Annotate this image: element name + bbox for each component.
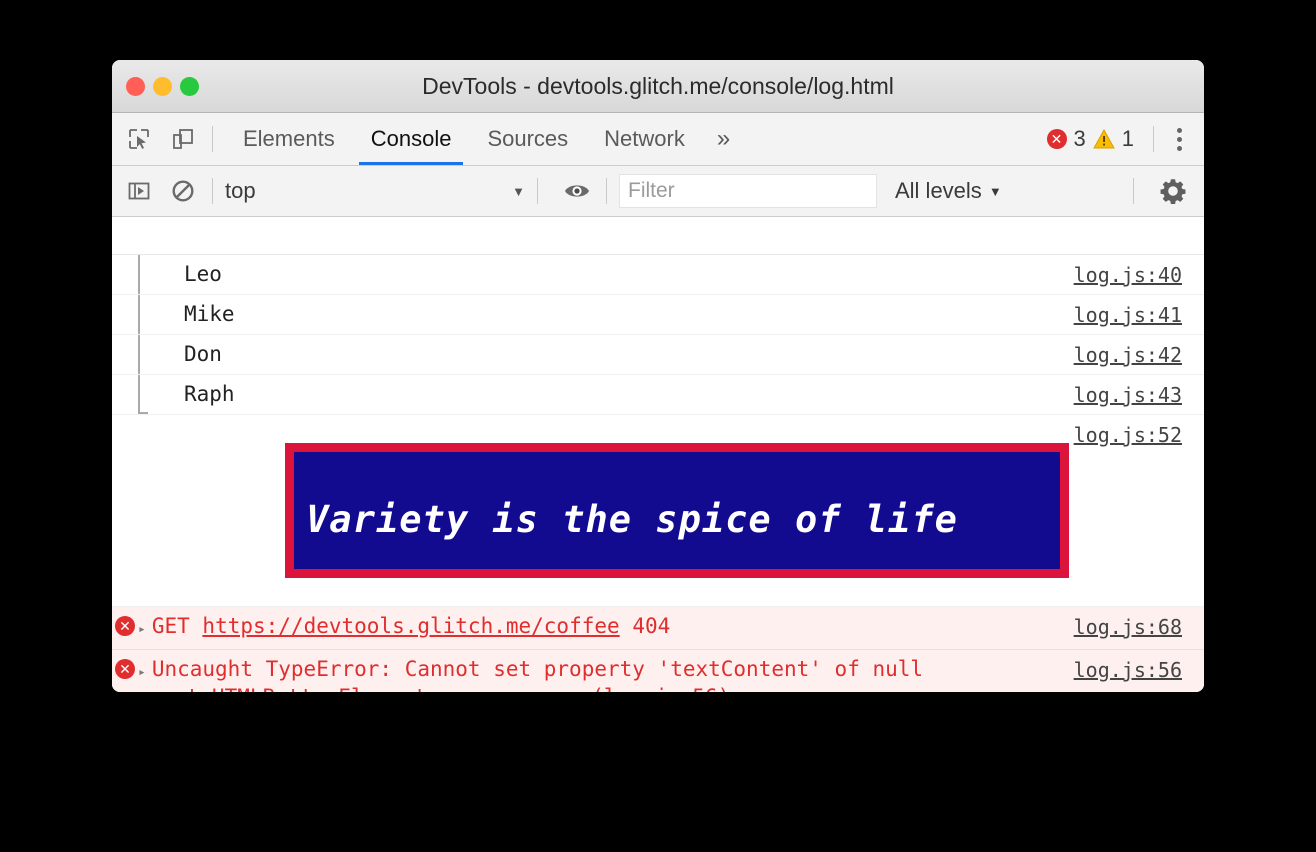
- table-row[interactable]: Mike log.js:41: [112, 295, 1204, 335]
- http-method: GET: [152, 614, 190, 638]
- error-row-exception[interactable]: ✕ ▸Uncaught TypeError: Cannot set proper…: [112, 650, 1204, 692]
- maximize-button[interactable]: [180, 77, 199, 96]
- source-link[interactable]: log.js:56: [1074, 650, 1204, 689]
- console-toolbar-divider-4: [1133, 178, 1134, 204]
- context-selector[interactable]: top ▼: [225, 178, 525, 204]
- group-indent-bar: [138, 335, 140, 374]
- window-titlebar: DevTools - devtools.glitch.me/console/lo…: [112, 60, 1204, 113]
- error-message: ▸GET https://devtools.glitch.me/coffee 4…: [138, 607, 1074, 649]
- tab-network[interactable]: Network: [586, 113, 703, 165]
- issue-counters: ✕ 3 1: [1047, 126, 1205, 152]
- log-levels-value: All levels: [895, 178, 982, 204]
- group-indent-bar: [138, 295, 140, 334]
- stack-frame-link[interactable]: log.js:56: [604, 685, 718, 692]
- error-icon: ✕: [115, 659, 135, 679]
- console-toolbar-divider-3: [606, 178, 607, 204]
- log-message: Mike: [138, 295, 1074, 333]
- source-link[interactable]: log.js:41: [1074, 295, 1204, 334]
- console-toolbar-right: [1121, 174, 1204, 208]
- log-message: Raph: [138, 375, 1074, 413]
- clipped-message: [138, 217, 1182, 231]
- tabbar-divider: [212, 126, 213, 152]
- group-indent-bar: [138, 255, 140, 294]
- styled-message-text: Variety is the spice of life: [306, 498, 958, 541]
- row-gutter: [112, 375, 138, 384]
- eye-icon[interactable]: [560, 174, 594, 208]
- styled-log-message: Variety is the spice of life: [138, 415, 1074, 606]
- tab-elements[interactable]: Elements: [225, 113, 353, 165]
- console-sidebar-icon[interactable]: [122, 174, 156, 208]
- expand-triangle-icon[interactable]: ▸: [138, 661, 146, 685]
- request-url-link[interactable]: https://devtools.glitch.me/coffee: [202, 614, 619, 638]
- source-link[interactable]: log.js:42: [1074, 335, 1204, 374]
- tab-console[interactable]: Console: [353, 113, 470, 165]
- styled-log-row[interactable]: Variety is the spice of life log.js:52: [112, 415, 1204, 607]
- row-gutter: [112, 335, 138, 344]
- stack-frame: at HTMLButtonElement.<anonymous> (log.js…: [138, 685, 1074, 692]
- inspect-element-icon[interactable]: [122, 122, 156, 156]
- close-button[interactable]: [126, 77, 145, 96]
- stack-frame-prefix: at HTMLButtonElement.<anonymous> (: [174, 685, 604, 692]
- row-gutter: [112, 255, 138, 264]
- chevron-down-icon: ▼: [989, 184, 1002, 199]
- styled-message-box: Variety is the spice of life: [285, 443, 1069, 578]
- context-selector-value: top: [225, 178, 256, 204]
- stack-frame-suffix: ): [718, 685, 731, 692]
- panel-tabs: Elements Console Sources Network »: [225, 113, 744, 165]
- table-row[interactable]: Leo log.js:40: [112, 255, 1204, 295]
- http-status: 404: [632, 614, 670, 638]
- log-message: Don: [138, 335, 1074, 373]
- error-message: ▸Uncaught TypeError: Cannot set property…: [138, 650, 1074, 692]
- group-indent-bar: [138, 375, 140, 414]
- warning-count-icon[interactable]: [1093, 129, 1115, 149]
- counters-divider: [1153, 126, 1154, 152]
- error-icon: ✕: [115, 616, 135, 636]
- log-message: Leo: [138, 255, 1074, 293]
- console-toolbar-divider-2: [537, 178, 538, 204]
- expand-triangle-icon[interactable]: ▸: [138, 618, 146, 642]
- source-link[interactable]: log.js:68: [1074, 607, 1204, 646]
- console-toolbar: top ▼ All levels ▼: [112, 166, 1204, 217]
- tab-sources[interactable]: Sources: [469, 113, 586, 165]
- gear-icon[interactable]: [1156, 174, 1190, 208]
- row-gutter: [112, 217, 138, 226]
- console-message-list[interactable]: Leo log.js:40 Mike log.js:41 Don log.js:…: [112, 217, 1204, 692]
- clear-console-icon[interactable]: [166, 174, 200, 208]
- clipped-source-link[interactable]: [1182, 217, 1204, 232]
- kebab-menu-icon[interactable]: [1173, 128, 1200, 151]
- console-toolbar-divider-1: [212, 178, 213, 204]
- error-row-network[interactable]: ✕ ▸GET https://devtools.glitch.me/coffee…: [112, 607, 1204, 650]
- row-gutter: ✕: [112, 607, 138, 636]
- source-link[interactable]: log.js:52: [1074, 415, 1204, 454]
- row-gutter: ✕: [112, 650, 138, 679]
- warning-count: 1: [1122, 126, 1134, 152]
- source-link[interactable]: log.js:40: [1074, 255, 1204, 294]
- row-gutter: [112, 295, 138, 304]
- filter-input[interactable]: [619, 174, 877, 208]
- devtools-window: DevTools - devtools.glitch.me/console/lo…: [112, 60, 1204, 692]
- row-gutter: [112, 415, 138, 424]
- table-row[interactable]: Don log.js:42: [112, 335, 1204, 375]
- more-tabs-icon[interactable]: »: [703, 113, 744, 165]
- log-levels-dropdown[interactable]: All levels ▼: [895, 178, 1002, 204]
- device-toolbar-icon[interactable]: [166, 122, 200, 156]
- error-count-icon[interactable]: ✕: [1047, 129, 1067, 149]
- table-row[interactable]: Raph log.js:43: [112, 375, 1204, 415]
- source-link[interactable]: log.js:43: [1074, 375, 1204, 414]
- window-controls: [126, 77, 199, 96]
- devtools-tabbar: Elements Console Sources Network » ✕ 3 1: [112, 113, 1204, 166]
- error-count: 3: [1074, 126, 1086, 152]
- window-title: DevTools - devtools.glitch.me/console/lo…: [112, 73, 1204, 100]
- exception-text: Uncaught TypeError: Cannot set property …: [152, 657, 923, 681]
- minimize-button[interactable]: [153, 77, 172, 96]
- console-row-clipped: [112, 217, 1204, 255]
- chevron-down-icon: ▼: [512, 184, 525, 199]
